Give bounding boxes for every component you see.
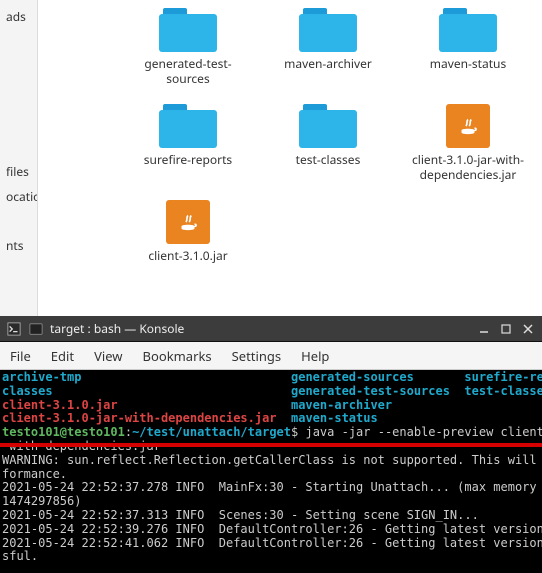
prompt-user: testo101@testo101 (2, 425, 125, 439)
ls-entry: client-3.1.0.jar (2, 398, 118, 412)
log-line: 2021-05-24 22:52:37.313 INFO Scenes:30 -… (2, 508, 479, 522)
log-line: 2021-05-24 22:52:41.062 INFO DefaultCont… (2, 536, 542, 550)
menu-settings[interactable]: Settings (232, 347, 281, 365)
folder-item[interactable]: generated-test-sources (118, 8, 258, 86)
terminal-body[interactable]: archive-tmp generated-sources surefire-r… (0, 370, 542, 573)
item-label: client-3.1.0.jar (148, 248, 227, 263)
ls-entry: client-3.1.0-jar-with-dependencies.jar (2, 411, 277, 425)
folder-icon (299, 8, 357, 52)
ls-entry: generated-sources (291, 370, 414, 384)
log-line: sful. (2, 549, 38, 563)
item-label: maven-status (430, 56, 506, 71)
sidebar-item[interactable]: nts (4, 233, 37, 258)
log-line: 1474297856) (2, 494, 81, 508)
item-label: client-3.1.0-jar-with-dependencies.jar (403, 152, 533, 182)
file-manager-sidebar: ads files ocations nts (0, 0, 38, 316)
log-line: 2021-05-24 22:52:39.276 INFO DefaultCont… (2, 522, 542, 536)
maximize-button[interactable] (498, 321, 514, 337)
terminal-app-icon (28, 321, 44, 337)
file-manager: ads files ocations nts generated-test-so… (0, 0, 542, 316)
jar-item[interactable]: client-3.1.0-jar-with-dependencies.jar (398, 104, 538, 182)
terminal-window: target : bash — Konsole File Edit View B… (0, 316, 542, 573)
prompt-path: ~/test/unattach/target (132, 425, 291, 439)
sidebar-item[interactable]: files (4, 159, 37, 184)
terminal-title: target : bash — Konsole (50, 320, 476, 337)
menu-bookmarks[interactable]: Bookmarks (143, 347, 212, 365)
ls-entry: classes (2, 384, 53, 398)
ls-entry: maven-archiver (291, 398, 392, 412)
command: java -jar --enable-preview client- (305, 425, 542, 439)
terminal-menubar: File Edit View Bookmarks Settings Help (0, 342, 542, 370)
terminal-titlebar[interactable]: target : bash — Konsole (0, 316, 542, 342)
jar-icon (166, 200, 210, 244)
folder-item[interactable]: maven-archiver (258, 8, 398, 86)
folder-item[interactable]: surefire-reports (118, 104, 258, 182)
item-label: surefire-reports (144, 152, 232, 167)
file-manager-main[interactable]: generated-test-sources maven-archiver ma… (38, 0, 542, 316)
ls-entry: surefire-rep (464, 370, 542, 384)
folder-icon (159, 8, 217, 52)
ls-entry: archive-tmp (2, 370, 81, 384)
menu-help[interactable]: Help (301, 347, 329, 365)
terminal-prompt-icon (6, 321, 22, 337)
log-line: 2021-05-24 22:52:37.278 INFO MainFx:30 -… (2, 480, 542, 494)
minimize-button[interactable] (476, 321, 492, 337)
jar-icon (446, 104, 490, 148)
log-line: formance. (2, 467, 67, 481)
sidebar-item[interactable]: ads (4, 4, 37, 29)
folder-item[interactable]: maven-status (398, 8, 538, 86)
sidebar-item[interactable]: ocations (4, 184, 37, 209)
ls-entry: test-classes (464, 384, 542, 398)
folder-icon (299, 104, 357, 148)
menu-edit[interactable]: Edit (51, 347, 74, 365)
close-button[interactable] (520, 321, 536, 337)
menu-file[interactable]: File (10, 347, 31, 365)
item-label: generated-test-sources (123, 56, 253, 86)
folder-icon (159, 104, 217, 148)
folder-icon (439, 8, 497, 52)
item-label: maven-archiver (284, 56, 372, 71)
folder-item[interactable]: test-classes (258, 104, 398, 182)
ls-entry: maven-status (291, 411, 378, 425)
item-label: test-classes (296, 152, 361, 167)
jar-item[interactable]: client-3.1.0.jar (118, 200, 258, 263)
log-line: WARNING: sun.reflect.Reflection.getCalle… (2, 453, 542, 467)
ls-entry: generated-test-sources (291, 384, 450, 398)
menu-view[interactable]: View (94, 347, 122, 365)
highlight-underline (0, 443, 542, 447)
